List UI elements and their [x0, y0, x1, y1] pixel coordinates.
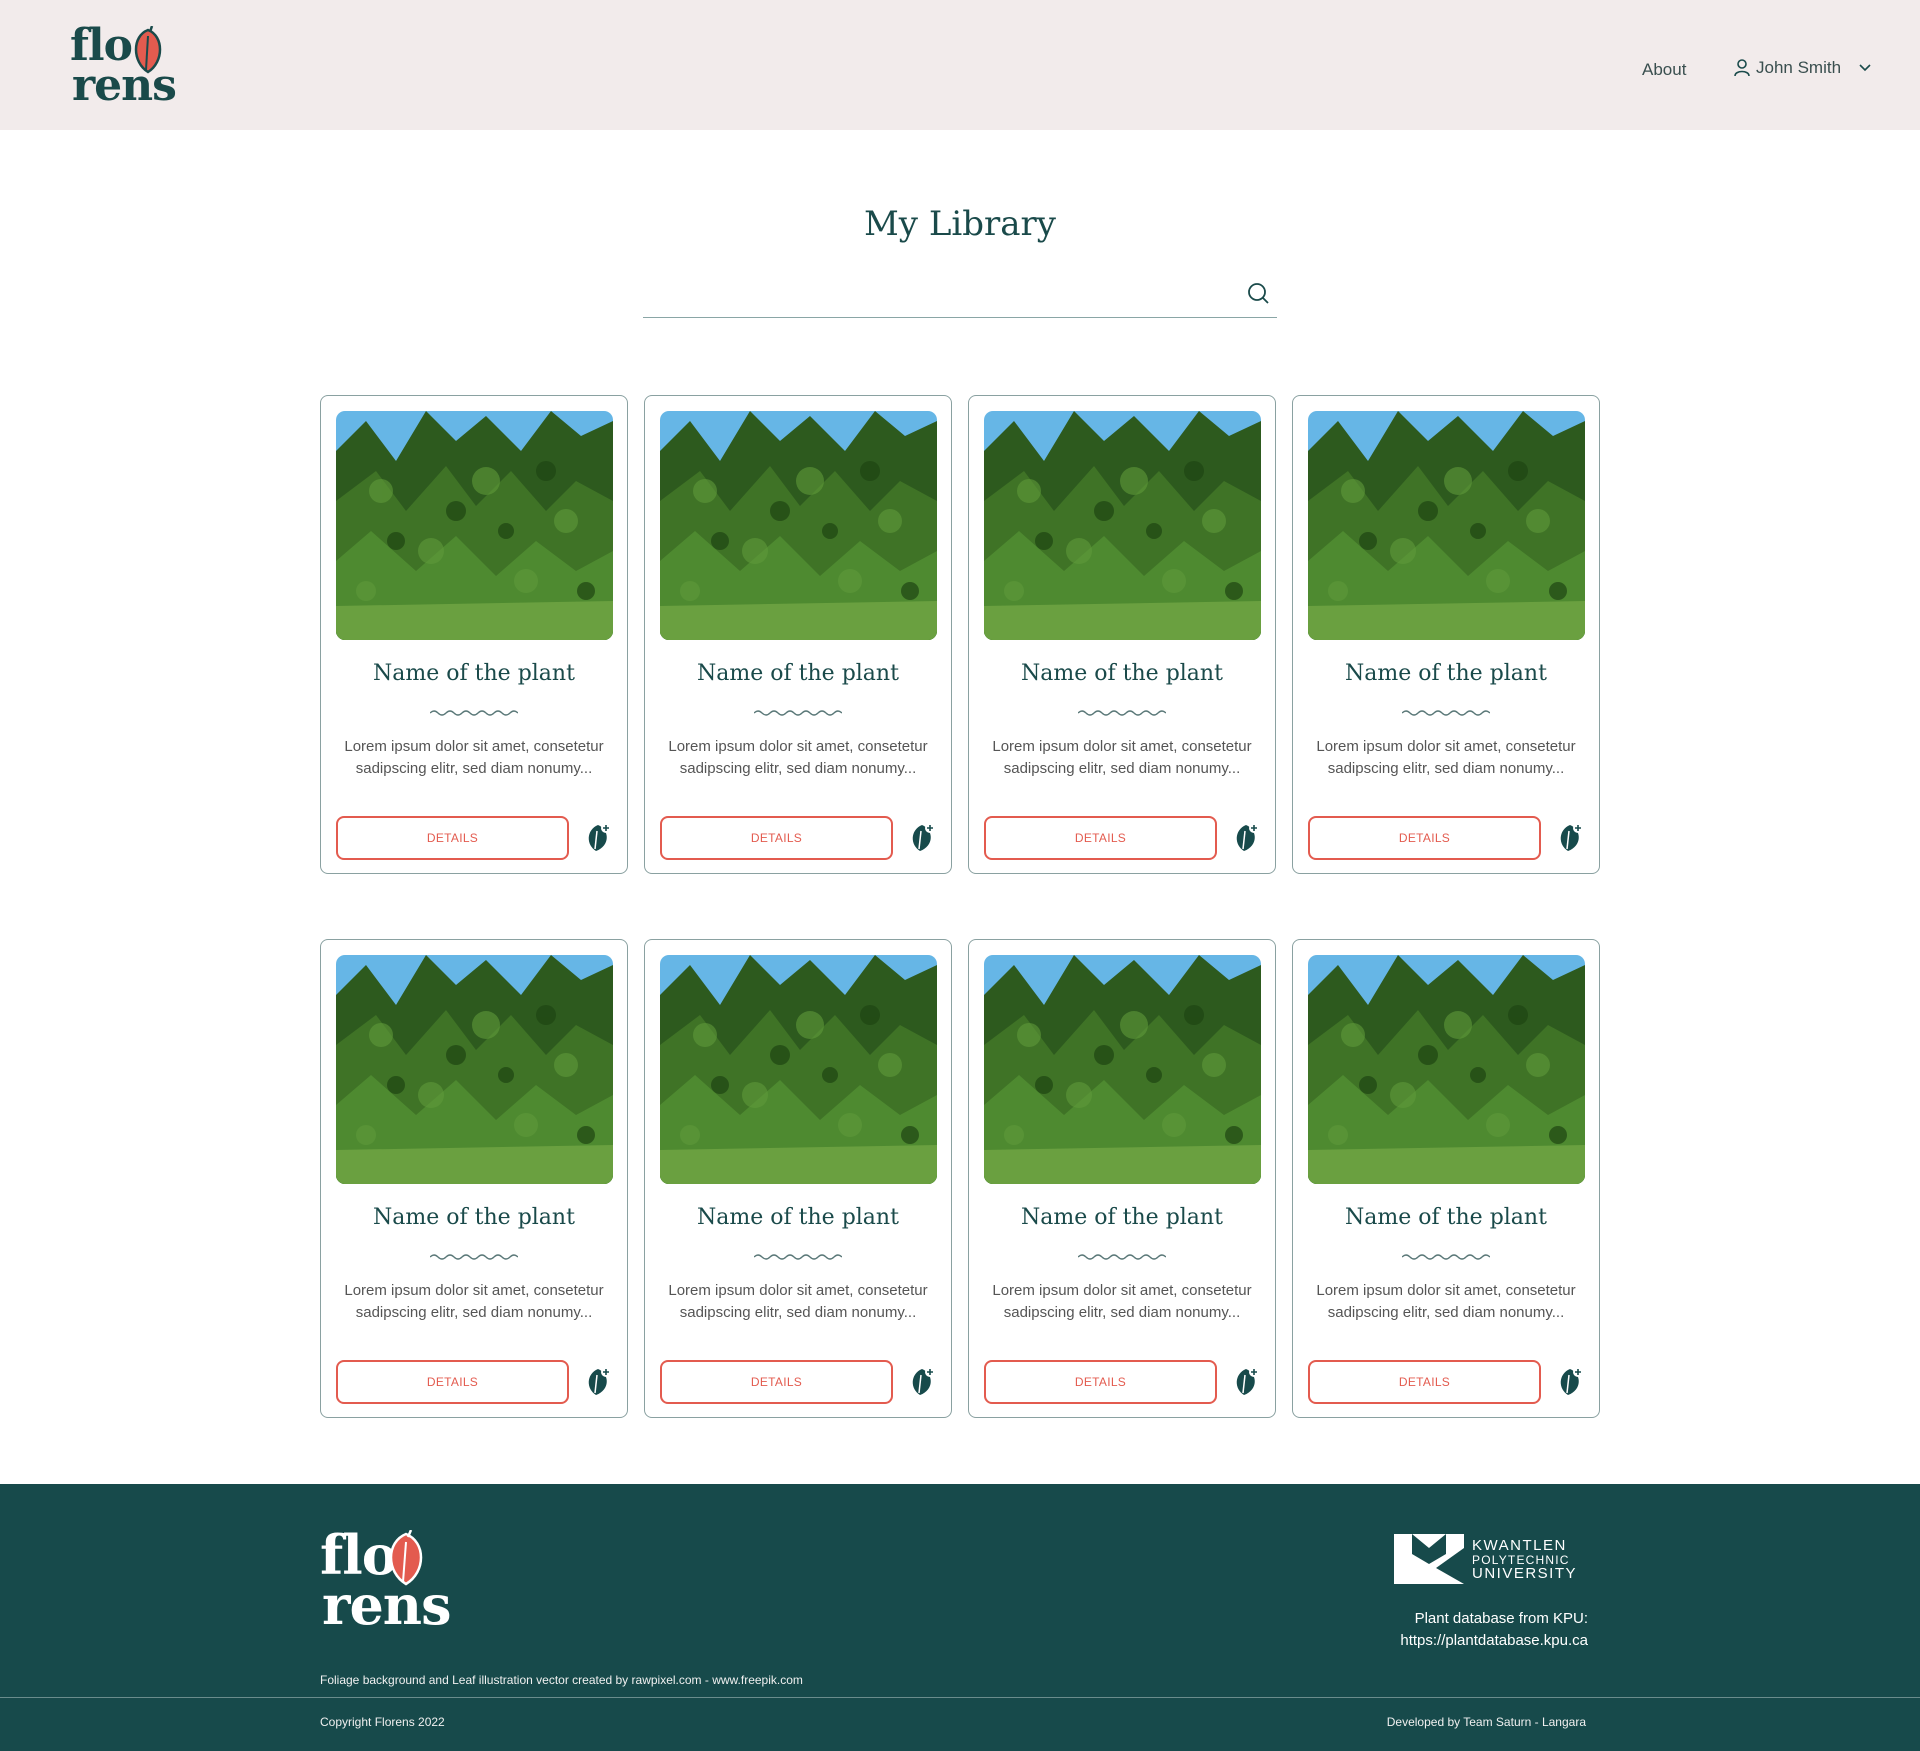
plant-description: Lorem ipsum dolor sit amet, consetetur s…	[668, 1282, 928, 1321]
site-header: flo rens About John Smith	[0, 0, 1920, 130]
plant-image[interactable]	[984, 411, 1261, 640]
wave-divider-icon	[1078, 1254, 1166, 1260]
db-label: Plant database from KPU:	[1414, 1610, 1588, 1627]
wave-divider-icon	[1078, 710, 1166, 716]
footer-credit: Foliage background and Leaf illustration…	[320, 1673, 803, 1687]
leaf-icon	[134, 26, 162, 74]
add-leaf-icon[interactable]	[1557, 1366, 1583, 1396]
plant-description: Lorem ipsum dolor sit amet, consetetur s…	[344, 738, 604, 777]
plant-image[interactable]	[336, 411, 613, 640]
plant-card: Name of the plant Lorem ipsum dolor sit …	[968, 939, 1276, 1418]
details-button[interactable]: DETAILS	[1308, 1360, 1541, 1404]
plant-name: Name of the plant	[1021, 661, 1223, 686]
plant-card: Name of the plant Lorem ipsum dolor sit …	[320, 939, 628, 1418]
plant-card: Name of the plant Lorem ipsum dolor sit …	[1292, 395, 1600, 874]
footer-logo[interactable]: flo rens	[320, 1528, 451, 1640]
wave-divider-icon	[430, 1254, 518, 1260]
user-name: John Smith	[1756, 58, 1842, 77]
plant-image[interactable]	[660, 411, 937, 640]
kpu-line1: KWANTLEN	[1472, 1537, 1567, 1554]
plant-description: Lorem ipsum dolor sit amet, consetetur s…	[1316, 1282, 1576, 1321]
details-button[interactable]: DETAILS	[336, 816, 569, 860]
florens-logo[interactable]: flo rens	[70, 24, 177, 116]
page-title: My Library	[863, 204, 1057, 244]
plant-card: Name of the plant Lorem ipsum dolor sit …	[644, 939, 952, 1418]
kpu-k-icon	[1394, 1534, 1464, 1584]
db-link[interactable]: https://plantdatabase.kpu.ca	[1380, 1630, 1588, 1652]
plant-card: Name of the plant Lorem ipsum dolor sit …	[644, 395, 952, 874]
plant-description: Lorem ipsum dolor sit amet, consetetur s…	[992, 1282, 1252, 1321]
kpu-line3: UNIVERSITY	[1472, 1565, 1578, 1582]
add-leaf-icon[interactable]	[909, 1366, 935, 1396]
search-icon[interactable]	[1247, 282, 1271, 306]
add-leaf-icon[interactable]	[1233, 822, 1259, 852]
add-leaf-icon[interactable]	[1557, 822, 1583, 852]
plant-card: Name of the plant Lorem ipsum dolor sit …	[1292, 939, 1600, 1418]
wave-divider-icon	[430, 710, 518, 716]
plant-image[interactable]	[984, 955, 1261, 1184]
footer-leaf-icon	[389, 1530, 423, 1586]
search-bar	[643, 276, 1277, 318]
plant-card: Name of the plant Lorem ipsum dolor sit …	[320, 395, 628, 874]
site-footer: flo rens Foliage background and Leaf ill…	[0, 1484, 1920, 1751]
plant-image[interactable]	[660, 955, 937, 1184]
plant-name: Name of the plant	[1345, 1205, 1547, 1230]
details-button[interactable]: DETAILS	[984, 1360, 1217, 1404]
search-input[interactable]	[643, 276, 1223, 316]
plant-card: Name of the plant Lorem ipsum dolor sit …	[968, 395, 1276, 874]
add-leaf-icon[interactable]	[1233, 1366, 1259, 1396]
add-leaf-icon[interactable]	[909, 822, 935, 852]
plant-description: Lorem ipsum dolor sit amet, consetetur s…	[668, 738, 928, 777]
nav-about-link[interactable]: About	[1642, 60, 1686, 80]
plant-name: Name of the plant	[1345, 661, 1547, 686]
plant-name: Name of the plant	[1021, 1205, 1223, 1230]
plant-name: Name of the plant	[373, 661, 575, 686]
user-icon	[1734, 59, 1750, 77]
details-button[interactable]: DETAILS	[336, 1360, 569, 1404]
wave-divider-icon	[1402, 710, 1490, 716]
plant-description: Lorem ipsum dolor sit amet, consetetur s…	[992, 738, 1252, 777]
details-button[interactable]: DETAILS	[984, 816, 1217, 860]
chevron-down-icon	[1859, 64, 1871, 72]
plant-database-info: Plant database from KPU: https://plantda…	[1380, 1608, 1640, 1652]
details-button[interactable]: DETAILS	[660, 1360, 893, 1404]
wave-divider-icon	[1402, 1254, 1490, 1260]
plant-image[interactable]	[1308, 955, 1585, 1184]
plant-description: Lorem ipsum dolor sit amet, consetetur s…	[1316, 738, 1576, 777]
add-leaf-icon[interactable]	[585, 1366, 611, 1396]
wave-divider-icon	[754, 710, 842, 716]
plant-image[interactable]	[336, 955, 613, 1184]
footer-divider	[0, 1697, 1920, 1698]
details-button[interactable]: DETAILS	[660, 816, 893, 860]
copyright: Copyright Florens 2022	[320, 1715, 445, 1729]
plant-name: Name of the plant	[697, 1205, 899, 1230]
user-menu[interactable]: John Smith	[1734, 58, 1871, 78]
plant-name: Name of the plant	[697, 661, 899, 686]
details-button[interactable]: DETAILS	[1308, 816, 1541, 860]
plant-image[interactable]	[1308, 411, 1585, 640]
developed-by: Developed by Team Saturn - Langara	[1386, 1715, 1586, 1729]
wave-divider-icon	[754, 1254, 842, 1260]
add-leaf-icon[interactable]	[585, 822, 611, 852]
plant-description: Lorem ipsum dolor sit amet, consetetur s…	[344, 1282, 604, 1321]
kpu-logo[interactable]: KWANTLEN POLYTECHNIC UNIVERSITY	[1394, 1534, 1577, 1586]
plant-name: Name of the plant	[373, 1205, 575, 1230]
